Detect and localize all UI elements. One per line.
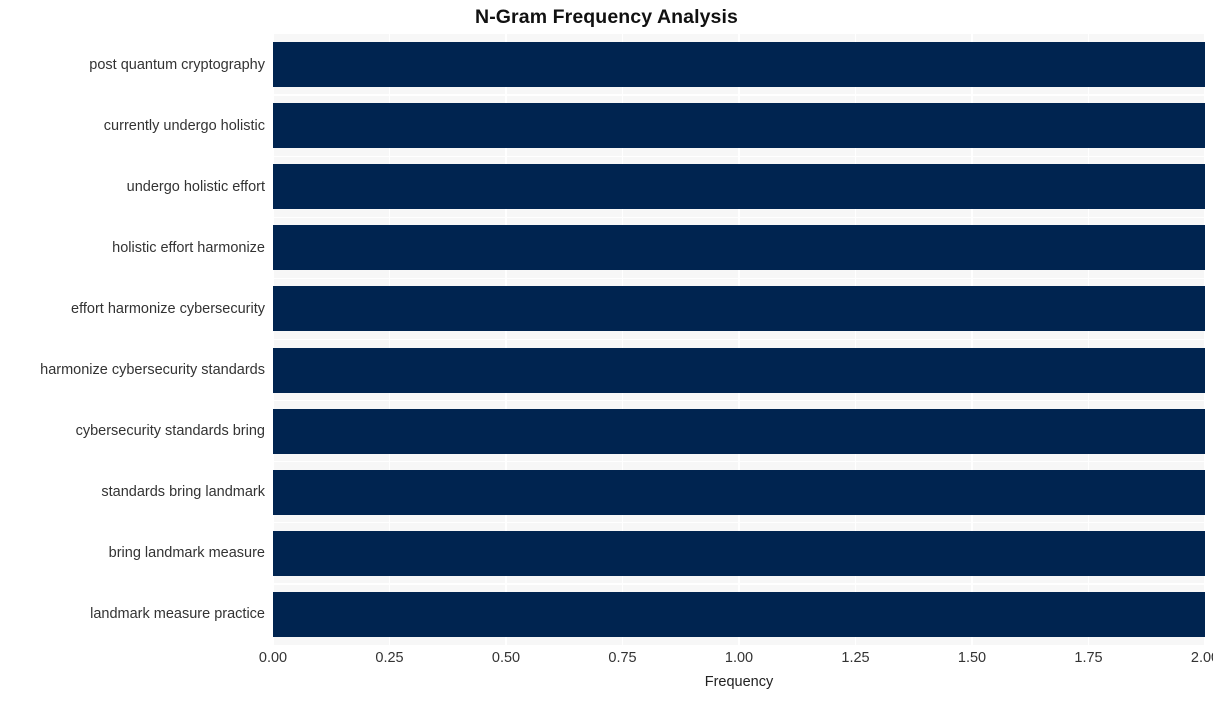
bar[interactable]	[273, 164, 1205, 210]
chart-figure: N-Gram Frequency Analysis post quantum c…	[0, 0, 1213, 701]
bar[interactable]	[273, 42, 1205, 88]
x-axis-tick-label: 0.00	[258, 650, 288, 666]
horizontal-gridline	[273, 461, 1205, 463]
y-axis-tick-label: effort harmonize cybersecurity	[71, 300, 265, 317]
y-axis-tick-label: currently undergo holistic	[103, 117, 265, 134]
y-axis-tick-label: harmonize cybersecurity standards	[40, 362, 265, 379]
bar[interactable]	[273, 347, 1205, 393]
bar[interactable]	[273, 225, 1205, 271]
horizontal-gridline	[273, 522, 1205, 524]
horizontal-gridline	[273, 94, 1205, 96]
plot-area	[273, 34, 1205, 645]
horizontal-gridline	[273, 216, 1205, 218]
x-axis-title: Frequency	[704, 674, 774, 690]
x-axis-tick-label: 0.50	[491, 650, 521, 666]
horizontal-gridline	[273, 399, 1205, 402]
horizontal-gridline	[273, 277, 1205, 280]
y-axis-tick-label: post quantum cryptography	[89, 56, 265, 73]
bar[interactable]	[273, 530, 1205, 576]
horizontal-gridline	[273, 583, 1205, 585]
x-axis-tick-label: 1.50	[957, 650, 987, 666]
x-axis-tick-label: 2.00	[1190, 650, 1213, 666]
y-axis-tick-label: landmark measure practice	[90, 606, 265, 623]
x-axis-tick-label: 1.00	[724, 650, 754, 666]
y-axis-tick-labels: post quantum cryptography currently under…	[0, 34, 265, 645]
y-axis-tick-label: undergo holistic effort	[126, 178, 265, 195]
x-axis-tick-label: 0.75	[608, 650, 637, 666]
horizontal-gridline	[273, 338, 1205, 341]
y-axis-tick-label: standards bring landmark	[101, 484, 265, 501]
bar[interactable]	[273, 103, 1205, 149]
x-axis-tick-labels: 0.00 0.25 0.50 0.75 1.00 1.25 1.50 1.75 2.00	[259, 650, 1213, 674]
x-axis-tick-label: 0.25	[375, 650, 404, 666]
y-axis-tick-label: cybersecurity standards bring	[75, 423, 265, 440]
bar[interactable]	[273, 286, 1205, 332]
horizontal-gridline	[273, 155, 1205, 157]
x-axis-tick-label: 1.25	[841, 650, 870, 666]
bar[interactable]	[273, 469, 1205, 515]
x-axis-tick-label: 1.75	[1074, 650, 1103, 666]
y-axis-tick-label: holistic effort harmonize	[112, 239, 265, 256]
chart-title: N-Gram Frequency Analysis	[475, 6, 738, 28]
y-axis-tick-label: bring landmark measure	[108, 545, 265, 562]
bar[interactable]	[273, 408, 1205, 454]
bar[interactable]	[273, 591, 1205, 637]
